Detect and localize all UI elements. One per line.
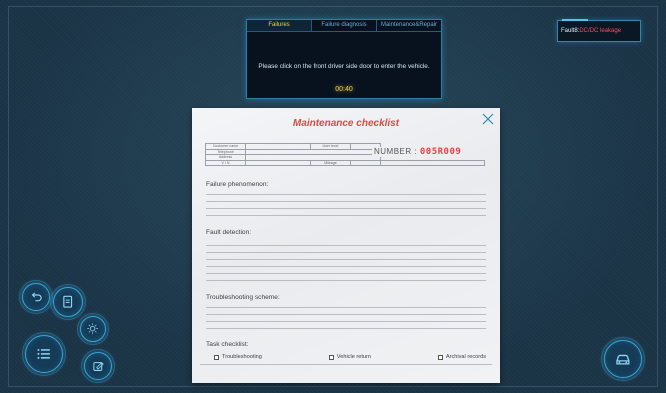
fault-detection-title: Fault detection: <box>206 229 252 236</box>
task-panel: Failures Failure diagnosis Maintenance&R… <box>246 19 442 99</box>
vin-value[interactable] <box>245 159 311 166</box>
task-troubleshooting[interactable]: Troubleshooting <box>214 354 262 360</box>
task-vehicle-return[interactable]: Vehicle return <box>328 354 372 360</box>
checklist-title: Maintenance checklist <box>292 118 400 129</box>
menu-button[interactable] <box>22 332 66 376</box>
maintenance-checklist: Maintenance checklist Customer name User… <box>192 108 500 383</box>
light-button[interactable] <box>77 313 109 345</box>
task-label: Vehicle return <box>336 354 372 360</box>
task-label: Archival records <box>445 354 486 360</box>
document-button[interactable] <box>50 284 86 320</box>
back-button[interactable] <box>19 280 53 314</box>
tab-failure-diagnosis[interactable]: Failure diagnosis <box>312 20 377 32</box>
task-label: Troubleshooting <box>222 354 262 360</box>
menu-list-icon <box>37 349 50 359</box>
troubleshooting-scheme-title: Troubleshooting scheme: <box>206 294 280 301</box>
number-label: NUMBER : <box>374 147 418 156</box>
order-number: NUMBER : 005R009 <box>372 147 464 157</box>
failure-phenomenon-title: Failure phenomenon: <box>206 181 269 188</box>
tab-maintenance-repair[interactable]: Maintenance&Repair <box>377 20 441 32</box>
mileage-label: Mileage <box>310 159 351 166</box>
instruction-text: Please click on the front driver side do… <box>258 63 430 70</box>
number-value: 005R009 <box>419 147 462 157</box>
tab-failures[interactable]: Failures <box>247 20 312 32</box>
car-icon <box>616 354 630 365</box>
fault-text: Fault8:DC/DC leakage <box>561 28 621 34</box>
edit-icon <box>93 361 104 371</box>
task-archival-records[interactable]: Archival records <box>437 354 486 360</box>
fault-indicator: Fault8:DC/DC leakage <box>557 19 641 42</box>
edit-button[interactable] <box>81 349 115 383</box>
extra-cell <box>380 159 485 166</box>
countdown-timer: 00:40 <box>335 86 353 93</box>
task-checklist-title: Task checklist: <box>206 341 249 348</box>
fault-prefix: Fault8: <box>561 28 580 34</box>
light-bulb-icon <box>87 323 99 335</box>
document-icon <box>63 296 73 308</box>
checkbox[interactable] <box>437 354 443 360</box>
troubleshooting-scheme-section: Troubleshooting scheme: <box>206 294 486 329</box>
fault-detection-section: Fault detection: <box>206 229 486 281</box>
checkbox[interactable] <box>328 354 334 360</box>
fault-value: DC/DC leakage <box>579 28 622 34</box>
vin-label: V I N <box>205 159 246 166</box>
checkbox[interactable] <box>214 354 219 360</box>
mileage-value[interactable] <box>350 159 381 166</box>
car-button[interactable] <box>601 337 645 381</box>
back-arrow-icon <box>31 292 42 302</box>
tab-bar: Failures Failure diagnosis Maintenance&R… <box>247 20 441 32</box>
close-icon[interactable] <box>482 113 494 125</box>
task-checklist-section: Task checklist: <box>206 341 486 348</box>
task-checklist: Troubleshooting Vehicle return Archival … <box>214 354 486 360</box>
failure-phenomenon-section: Failure phenomenon: <box>206 181 486 216</box>
divider <box>200 364 492 365</box>
